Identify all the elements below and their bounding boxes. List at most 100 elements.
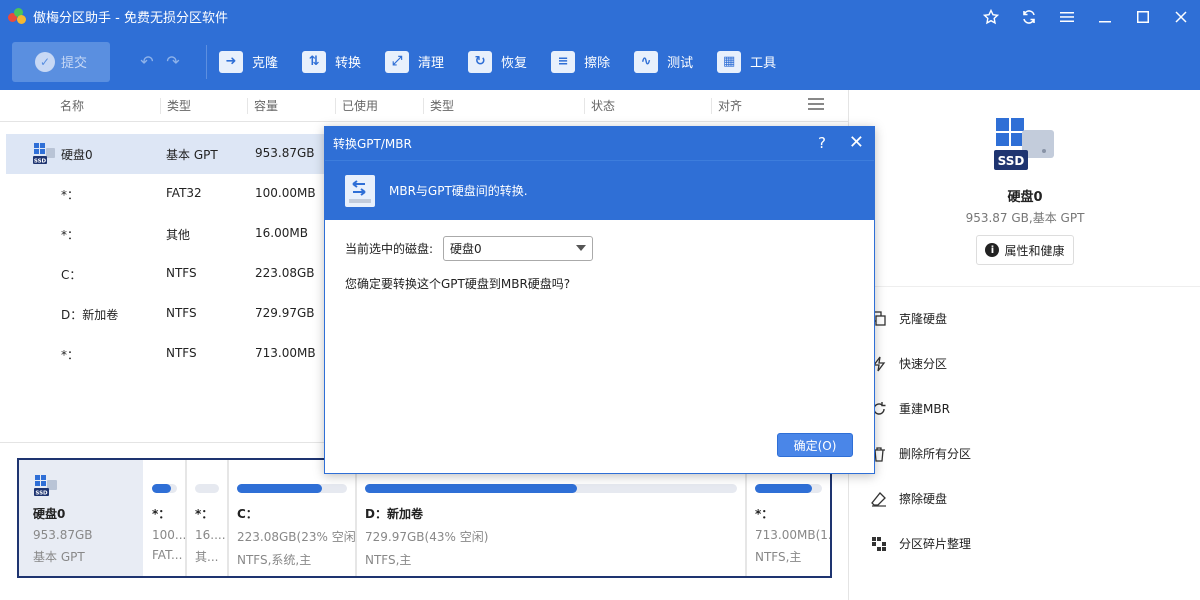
- maximize-button[interactable]: [1124, 0, 1162, 33]
- tool-label: 清理: [418, 56, 445, 71]
- test-icon: ∿: [634, 50, 659, 73]
- defrag-icon: [871, 536, 887, 552]
- partition-name: *：: [755, 507, 774, 521]
- chevron-down-icon: [576, 245, 587, 251]
- tool-label: 测试: [667, 56, 694, 71]
- row-name: D：新加卷: [61, 308, 119, 322]
- disk-properties-panel: SSD 硬盘0 953.87 GB,基本 GPT i 属性和健康 克隆硬盘 快速…: [848, 90, 1200, 600]
- usage-bar: [237, 484, 347, 493]
- favorite-star-icon[interactable]: [972, 0, 1010, 33]
- partition-block[interactable]: C： 223.08GB(23% 空闲) NTFS,系统,主: [227, 460, 355, 576]
- disk-map-disk[interactable]: SSD 硬盘0 953.87GB 基本 GPT: [19, 460, 143, 576]
- minimize-button[interactable]: [1086, 0, 1124, 33]
- partition-fs: 其...: [195, 550, 219, 564]
- partition-size: 729.97GB(43% 空闲): [365, 530, 489, 544]
- tool-label: 擦除: [584, 56, 611, 71]
- partition-name: C：: [237, 507, 258, 521]
- table-header: 名称 类型 容量 已使用 类型 状态 对齐: [0, 90, 848, 122]
- tool-clean-button[interactable]: ⤢ 清理: [385, 50, 445, 73]
- info-icon: i: [985, 243, 1000, 257]
- action-delete-all-partitions[interactable]: 删除所有分区: [871, 431, 971, 476]
- partition-block[interactable]: *： 713.00MB(1... NTFS,主: [745, 460, 830, 576]
- tool-recover-button[interactable]: ↻ 恢复: [468, 50, 528, 73]
- close-window-button[interactable]: [1162, 0, 1200, 33]
- app-logo-icon: [8, 7, 26, 26]
- row-type: FAT32: [166, 186, 202, 200]
- row-type: NTFS: [166, 306, 197, 320]
- tool-wipe-button[interactable]: ≡ 擦除: [551, 50, 611, 73]
- toolbar-divider: [206, 44, 207, 79]
- action-clone-disk[interactable]: 克隆硬盘: [871, 296, 971, 341]
- row-type: NTFS: [166, 266, 197, 280]
- action-defrag[interactable]: 分区碎片整理: [871, 521, 971, 566]
- action-wipe-disk[interactable]: 擦除硬盘: [871, 476, 971, 521]
- tool-test-button[interactable]: ∿ 测试: [634, 50, 694, 73]
- row-type: 基本 GPT: [166, 148, 218, 162]
- disk-select-value: 硬盘0: [450, 242, 482, 256]
- partition-name: D：新加卷: [365, 507, 423, 521]
- action-label: 克隆硬盘: [899, 312, 948, 326]
- row-type: 其他: [166, 228, 191, 242]
- tool-convert-button[interactable]: ⇅ 转换: [302, 50, 362, 73]
- disk-select[interactable]: 硬盘0: [443, 236, 594, 261]
- row-name: C：: [61, 268, 82, 282]
- tool-clone-button[interactable]: ➜ 克隆: [219, 50, 278, 73]
- col-header-align[interactable]: 对齐: [711, 98, 742, 114]
- row-type: NTFS: [166, 346, 197, 360]
- row-capacity: 713.00MB: [255, 346, 316, 360]
- col-header-capacity[interactable]: 容量: [247, 98, 278, 114]
- svg-text:SSD: SSD: [998, 154, 1025, 168]
- partition-size: 16....: [195, 528, 226, 542]
- commit-button[interactable]: ✓ 提交: [12, 41, 110, 82]
- tool-label: 转换: [335, 56, 362, 71]
- properties-health-button[interactable]: i 属性和健康: [976, 235, 1074, 265]
- usage-bar: [195, 484, 219, 493]
- row-capacity: 729.97GB: [255, 306, 315, 320]
- redo-icon[interactable]: ↷: [160, 52, 186, 71]
- partition-fs: NTFS,主: [365, 553, 412, 567]
- commit-label: 提交: [60, 56, 87, 71]
- dialog-title: 转换GPT/MBR: [333, 137, 412, 151]
- action-label: 快速分区: [899, 357, 948, 371]
- action-label: 分区碎片整理: [899, 537, 972, 551]
- svg-text:SSD: SSD: [34, 159, 47, 165]
- partition-block[interactable]: *： 100... FAT...: [143, 460, 185, 576]
- disk-name: 硬盘0: [1007, 190, 1043, 205]
- partition-block[interactable]: *： 16.... 其...: [185, 460, 227, 576]
- dialog-title-bar: 转换GPT/MBR ? ✕: [325, 127, 874, 160]
- dialog-banner: MBR与GPT硬盘间的转换.: [325, 160, 874, 220]
- menu-icon[interactable]: [1048, 0, 1086, 33]
- action-rebuild-mbr[interactable]: 重建MBR: [871, 386, 971, 431]
- row-capacity: 223.08GB: [255, 266, 315, 280]
- toolbar: ✓ 提交 ↶ ↷ ➜ 克隆 ⇅ 转换 ⤢ 清理 ↻ 恢复 ≡ 擦除 ∿ 测试 ▦…: [0, 33, 1200, 90]
- disk-map-size: 953.87GB: [33, 528, 93, 542]
- disk-info: 953.87 GB,基本 GPT: [965, 211, 1085, 225]
- tool-tools-button[interactable]: ▦ 工具: [717, 50, 776, 73]
- row-name: *：: [61, 228, 80, 242]
- refresh-icon[interactable]: [1010, 0, 1048, 33]
- close-dialog-button[interactable]: ✕: [849, 132, 864, 153]
- col-header-fs-type[interactable]: 类型: [423, 98, 454, 114]
- partition-name: *：: [195, 507, 214, 521]
- partition-block[interactable]: D：新加卷 729.97GB(43% 空闲) NTFS,主: [355, 460, 745, 576]
- col-header-used[interactable]: 已使用: [335, 98, 378, 114]
- partition-fs: NTFS,系统,主: [237, 553, 312, 567]
- usage-bar: [365, 484, 737, 493]
- col-header-name[interactable]: 名称: [54, 98, 84, 114]
- partition-size: 223.08GB(23% 空闲): [237, 530, 355, 544]
- clean-icon: ⤢: [385, 50, 410, 73]
- partition-size: 100...: [152, 528, 185, 542]
- col-header-status[interactable]: 状态: [584, 98, 615, 114]
- row-capacity: 16.00MB: [255, 226, 308, 240]
- confirm-question: 您确定要转换这个GPT硬盘到MBR硬盘吗?: [345, 277, 571, 291]
- undo-icon[interactable]: ↶: [134, 52, 160, 71]
- tool-label: 恢复: [501, 56, 528, 71]
- title-bar: 傲梅分区助手 - 免费无损分区软件: [0, 0, 1200, 33]
- app-title: 傲梅分区助手 - 免费无损分区软件: [33, 11, 228, 26]
- column-settings-icon[interactable]: [808, 98, 824, 112]
- col-header-type[interactable]: 类型: [160, 98, 191, 114]
- usage-bar: [152, 484, 177, 493]
- help-button[interactable]: ?: [818, 134, 826, 152]
- action-quick-partition[interactable]: 快速分区: [871, 341, 971, 386]
- ok-button[interactable]: 确定(O): [777, 433, 853, 457]
